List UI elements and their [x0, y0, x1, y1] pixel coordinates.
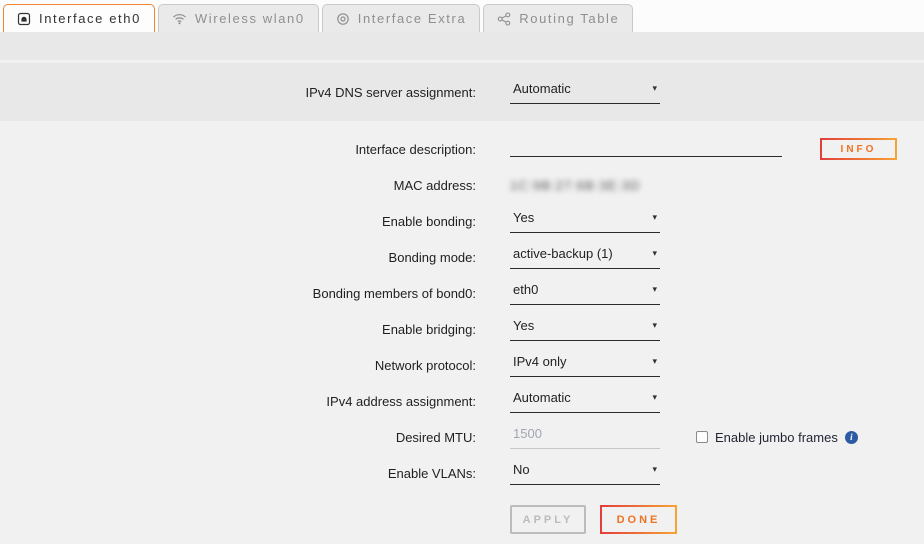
done-button[interactable]: DONE [600, 505, 677, 534]
interface-description-input[interactable] [510, 142, 782, 157]
jumbo-frames-label: Enable jumbo frames [715, 430, 838, 445]
bonding-members-select[interactable]: eth0 ▾ [510, 282, 660, 305]
form-row-bonding-members: Bonding members of bond0: eth0 ▾ [0, 275, 924, 311]
form-row-description: Interface description: INFO [0, 131, 924, 167]
apply-button[interactable]: APPLY [510, 505, 586, 534]
toolbar-band [0, 32, 924, 60]
chevron-down-icon: ▾ [652, 392, 657, 403]
tab-routing-table[interactable]: Routing Table [483, 4, 633, 32]
action-buttons: APPLY DONE [510, 505, 924, 534]
form-row-bonding-mode: Bonding mode: active-backup (1) ▾ [0, 239, 924, 275]
form-row-enable-vlans: Enable VLANs: No ▾ [0, 455, 924, 491]
field-label: Network protocol: [0, 358, 476, 373]
enable-bridging-select[interactable]: Yes ▾ [510, 318, 660, 341]
enable-vlans-select[interactable]: No ▾ [510, 462, 660, 485]
form-row-enable-bridging: Enable bridging: Yes ▾ [0, 311, 924, 347]
form-row-mac: MAC address: 1C:9B:27:6B:3E:3D [0, 167, 924, 203]
jumbo-frames-group: Enable jumbo frames i [696, 430, 858, 445]
field-label: Enable VLANs: [0, 466, 476, 481]
ipv4-assignment-select[interactable]: Automatic ▾ [510, 390, 660, 413]
chevron-down-icon: ▾ [652, 356, 657, 367]
bonding-mode-select[interactable]: active-backup (1) ▾ [510, 246, 660, 269]
field-label: MAC address: [0, 178, 476, 193]
tab-wireless-wlan0[interactable]: Wireless wlan0 [158, 4, 319, 32]
tab-interface-extra[interactable]: Interface Extra [322, 4, 481, 32]
chevron-down-icon: ▾ [652, 212, 657, 223]
jumbo-frames-checkbox[interactable] [696, 431, 708, 443]
field-label: IPv4 address assignment: [0, 394, 476, 409]
ethernet-port-icon [17, 12, 31, 26]
field-label: Enable bridging: [0, 322, 476, 337]
dns-section: IPv4 DNS server assignment: Automatic ▾ [0, 63, 924, 121]
desired-mtu-input: 1500 [510, 426, 660, 449]
tab-label: Routing Table [519, 11, 619, 26]
field-label: Desired MTU: [0, 430, 476, 445]
tab-label: Wireless wlan0 [195, 11, 305, 26]
info-icon[interactable]: i [845, 431, 858, 444]
chevron-down-icon: ▾ [652, 464, 657, 475]
field-label: Enable bonding: [0, 214, 476, 229]
interface-form: Interface description: INFO MAC address:… [0, 121, 924, 534]
share-nodes-icon [497, 12, 511, 26]
tab-bar: Interface eth0 Wireless wlan0 Interface … [0, 0, 924, 32]
tab-interface-eth0[interactable]: Interface eth0 [3, 4, 155, 32]
enable-bonding-select[interactable]: Yes ▾ [510, 210, 660, 233]
chevron-down-icon: ▾ [652, 83, 657, 94]
dns-assignment-select[interactable]: Automatic ▾ [510, 81, 660, 104]
tab-label: Interface eth0 [39, 11, 141, 26]
form-row-ipv4-assignment: IPv4 address assignment: Automatic ▾ [0, 383, 924, 419]
field-label: IPv4 DNS server assignment: [0, 85, 476, 100]
chevron-down-icon: ▾ [652, 248, 657, 259]
form-row-enable-bonding: Enable bonding: Yes ▾ [0, 203, 924, 239]
target-icon [336, 12, 350, 26]
select-value: Automatic [513, 81, 571, 96]
info-button[interactable]: INFO [820, 138, 897, 160]
field-label: Interface description: [0, 142, 476, 157]
form-row-network-protocol: Network protocol: IPv4 only ▾ [0, 347, 924, 383]
network-protocol-select[interactable]: IPv4 only ▾ [510, 354, 660, 377]
form-row-mtu: Desired MTU: 1500 Enable jumbo frames i [0, 419, 924, 455]
form-row-dns: IPv4 DNS server assignment: Automatic ▾ [0, 81, 660, 104]
mac-address-value-redacted: 1C:9B:27:6B:3E:3D [510, 178, 640, 193]
chevron-down-icon: ▾ [652, 320, 657, 331]
field-label: Bonding mode: [0, 250, 476, 265]
field-label: Bonding members of bond0: [0, 286, 476, 301]
chevron-down-icon: ▾ [652, 284, 657, 295]
wifi-icon [172, 12, 187, 25]
tab-label: Interface Extra [358, 11, 467, 26]
